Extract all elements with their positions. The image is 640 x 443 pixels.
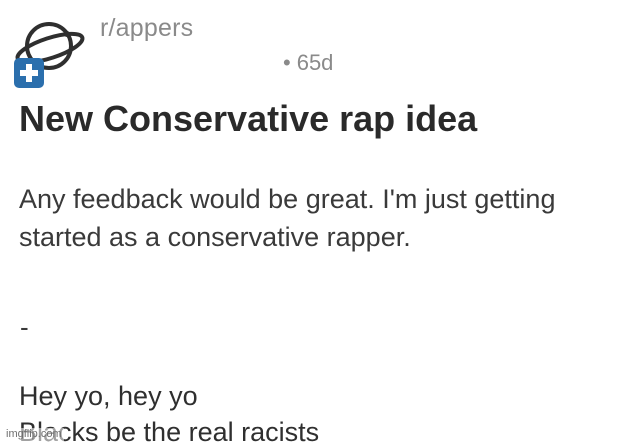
- post-body: Any feedback would be great. I'm just ge…: [19, 180, 640, 256]
- post-age: 65d: [296, 50, 334, 75]
- meta-separator: •: [283, 50, 291, 75]
- lyrics-line: Blacks be the real racists: [19, 417, 320, 443]
- reddit-post: r/appers • 65d New Conservative rap idea …: [0, 0, 640, 443]
- post-meta: • 65d: [283, 50, 333, 76]
- watermark: imgflip.com: [4, 428, 64, 441]
- post-title[interactable]: New Conservative rap idea: [19, 98, 477, 140]
- post-lyrics: Hey yo, hey yo Blacks be the real racist…: [19, 378, 319, 443]
- subreddit-avatar[interactable]: [12, 16, 86, 90]
- lyrics-line: Hey yo, hey yo: [19, 381, 198, 411]
- post-body-line: Any feedback would be great. I'm just ge…: [19, 184, 556, 214]
- post-body-line: started as a conservative rapper.: [19, 222, 411, 252]
- subreddit-planet-icon: [14, 22, 85, 88]
- plus-badge-icon: [14, 58, 44, 88]
- body-separator: -: [20, 312, 29, 342]
- subreddit-name[interactable]: r/appers: [100, 14, 193, 43]
